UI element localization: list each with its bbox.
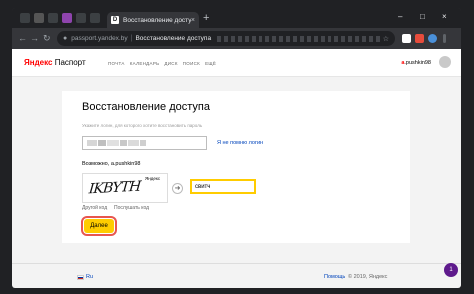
tab-ghost[interactable] <box>90 13 100 23</box>
extension-icon[interactable] <box>415 34 424 43</box>
forward-button[interactable]: → <box>30 33 39 43</box>
services-nav: ПОЧТА КАЛЕНДАРЬ ДИСК ПОИСК ЕЩЁ <box>108 61 216 66</box>
tab-favicon-icon: D <box>111 16 119 24</box>
russia-flag-icon <box>77 275 84 280</box>
avatar[interactable] <box>439 56 451 68</box>
notification-badge[interactable]: 1 <box>444 263 458 277</box>
page: Яндекс Паспорт ПОЧТА КАЛЕНДАРЬ ДИСК ПОИС… <box>12 49 461 288</box>
url-separator: | <box>130 35 133 42</box>
site-header: Яндекс Паспорт ПОЧТА КАЛЕНДАРЬ ДИСК ПОИС… <box>12 49 461 77</box>
next-button[interactable]: Далее <box>81 216 117 236</box>
tab-strip: D Восстановление досту × + – □ × <box>12 8 461 28</box>
tab-ghost[interactable] <box>20 13 30 23</box>
maximize-button[interactable]: □ <box>420 12 425 22</box>
tab-ghost[interactable] <box>48 13 58 23</box>
reload-button[interactable]: ↻ <box>43 33 51 43</box>
captcha-text: ΙΚΒΥΤΗ <box>88 178 141 198</box>
close-tab-icon[interactable]: × <box>191 17 195 24</box>
captcha-image: ΙΚΒΥΤΗ Яндекс <box>82 173 168 203</box>
minimize-button[interactable]: – <box>398 12 402 22</box>
user-rest: .pushkin98 <box>404 60 431 66</box>
possible-label: Возможно, <box>82 161 110 167</box>
url-host: passport.yandex.by <box>71 35 128 42</box>
tab-active[interactable]: D Восстановление досту × <box>107 12 199 28</box>
nav-item-calendar[interactable]: КАЛЕНДАРЬ <box>130 61 160 66</box>
tab-ghost[interactable] <box>62 13 72 23</box>
captcha-brand: Яндекс <box>145 176 161 181</box>
url-title: Восстановление доступа <box>135 35 212 42</box>
captcha-code-input[interactable]: свитч <box>190 179 256 194</box>
nav-item-search[interactable]: ПОИСК <box>183 61 200 66</box>
tab-ghost[interactable] <box>34 13 44 23</box>
menu-icon[interactable] <box>443 34 446 43</box>
new-tab-button[interactable]: + <box>203 12 209 24</box>
address-bar[interactable]: ● passport.yandex.by | Восстановление до… <box>57 31 395 46</box>
tab-title: Восстановление досту <box>123 16 191 24</box>
browser-window: D Восстановление досту × + – □ × ← → ↻ ●… <box>12 8 461 288</box>
nav-item-disk[interactable]: ДИСК <box>164 61 177 66</box>
blurred-url <box>217 35 380 42</box>
footer-divider <box>12 263 461 264</box>
logo-product: Паспорт <box>54 58 86 67</box>
logo-brand: Яндекс <box>24 58 53 67</box>
other-code-link[interactable]: Другой код <box>82 205 107 211</box>
extension-icon[interactable] <box>402 34 411 43</box>
page-title: Восстановление доступа <box>82 101 210 113</box>
user-login[interactable]: a.pushkin98 <box>401 60 431 66</box>
help-link[interactable]: Помощь <box>324 274 345 280</box>
login-hint: Укажите логин, для которого хотите восст… <box>82 123 203 128</box>
listen-code-link[interactable]: Послушать код <box>114 205 149 211</box>
nav-item-mail[interactable]: ПОЧТА <box>108 61 125 66</box>
login-input[interactable] <box>82 136 207 150</box>
language-switch[interactable]: Ru <box>86 274 93 280</box>
yandex-passport-logo[interactable]: Яндекс Паспорт <box>24 58 86 67</box>
close-window-button[interactable]: × <box>442 12 447 22</box>
restore-card: Восстановление доступа Укажите логин, дл… <box>62 91 410 243</box>
copyright: © 2019, Яндекс <box>348 274 388 280</box>
browser-toolbar: ← → ↻ ● passport.yandex.by | Восстановле… <box>12 28 461 49</box>
back-button[interactable]: ← <box>18 33 27 43</box>
profile-icon[interactable] <box>428 34 437 43</box>
lock-icon: ● <box>63 35 68 42</box>
tab-ghost[interactable] <box>76 13 86 23</box>
possible-user: a.pushkin98 <box>110 161 141 167</box>
possible-login[interactable]: Возможно, a.pushkin98 <box>82 161 140 167</box>
forgot-login-link[interactable]: Я не помню логин <box>217 140 263 146</box>
star-icon[interactable]: ☆ <box>383 35 389 43</box>
arrow-icon: ➜ <box>172 183 183 194</box>
nav-item-more[interactable]: ЕЩЁ <box>205 61 216 66</box>
